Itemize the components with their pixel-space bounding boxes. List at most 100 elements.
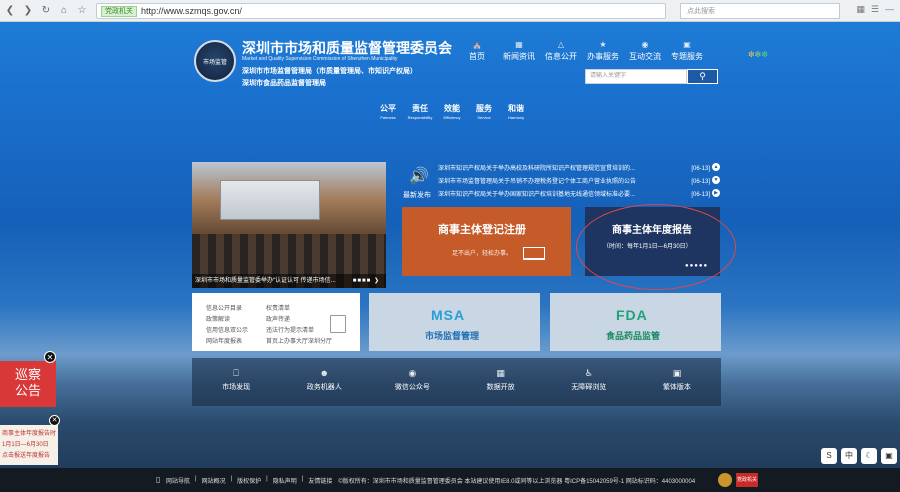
- footer-link[interactable]: 版权保护: [237, 476, 261, 485]
- document-icon: [330, 315, 346, 333]
- browser-toolbar: ❮ ❯ ↻ ⌂ ☆ 党政机关 http://www.szmqs.gov.cn/ …: [0, 0, 900, 22]
- quick-traditional[interactable]: ▣ 繁体版本: [633, 358, 721, 406]
- news-icon: ▦: [515, 40, 523, 49]
- news-title[interactable]: 深圳市市场监督管理局关于吊销不办理税务登记个体工商户营业执照的公告: [438, 176, 668, 189]
- s-icon[interactable]: S: [821, 448, 837, 464]
- link-power-list[interactable]: 权责清单: [266, 303, 290, 312]
- news-title[interactable]: 深圳市知识产权局关于举办高校及科研院所知识产权管理规范宣贯培训的...: [438, 163, 668, 176]
- value-cn: 效能: [444, 104, 460, 113]
- value-en: Efficiency: [443, 115, 461, 120]
- news-item[interactable]: 深圳市知识产权局关于举办高校及科研院所知识产权管理规范宣贯培训的... [06-1…: [438, 163, 710, 176]
- quick-robot[interactable]: ☻ 政务机器人: [280, 358, 368, 406]
- link-policy[interactable]: 政策解读: [206, 314, 230, 323]
- back-icon[interactable]: ❮: [2, 3, 18, 19]
- refresh-icon[interactable]: ↻: [38, 3, 54, 19]
- fda-abbr: FDA: [616, 307, 648, 323]
- home-icon: ⛪: [472, 40, 482, 49]
- nav-topic[interactable]: ▣ 专题服务: [666, 40, 708, 62]
- nav-news[interactable]: ▦ 新闻资讯: [498, 40, 540, 62]
- url-text[interactable]: http://www.szmqs.gov.cn/: [141, 6, 242, 16]
- site-subtitle-en: Market and Quality Supervision Commissio…: [242, 56, 398, 62]
- news-photo-carousel[interactable]: 深圳市市场和质量监管委举办“认证认可 传递市场信... ■■■■ ❯: [192, 162, 386, 288]
- forward-icon[interactable]: ❯: [20, 3, 36, 19]
- browser-search-input[interactable]: 点此搜索: [680, 3, 840, 19]
- nav-label: 互动交流: [629, 52, 661, 61]
- link-credit[interactable]: 信用信息双公示: [206, 325, 248, 334]
- link-info-catalog[interactable]: 信息公开目录: [206, 303, 242, 312]
- annual-report-float[interactable]: 商事主体年度报告时 1月1日—6月30日 点击报送年度报告: [0, 425, 58, 465]
- float-line: 商事主体年度报告时: [2, 431, 57, 437]
- footer-link[interactable]: 友情链接: [308, 476, 332, 485]
- search-icon: ⚲: [699, 71, 706, 81]
- inspection-notice-float[interactable]: 巡察 公告: [0, 361, 56, 407]
- value-en: Fairness: [380, 115, 396, 120]
- home-browser-icon[interactable]: ⌂: [56, 3, 72, 19]
- msa-card[interactable]: MSA 市场监督管理: [369, 293, 540, 351]
- link-voice[interactable]: 政声传递: [266, 314, 290, 323]
- news-date: [06-13]: [691, 192, 710, 198]
- search-button[interactable]: ⚲: [687, 69, 718, 84]
- info-icon: △: [557, 40, 565, 49]
- fda-card[interactable]: FDA 食品药品监管: [550, 293, 721, 351]
- news-item[interactable]: 深圳市市场监督管理局关于吊销不办理税务登记个体工商户营业执照的公告 [06-13]: [438, 176, 710, 189]
- footer-link[interactable]: 网站导航: [166, 476, 190, 485]
- nav-interact[interactable]: ◉ 互动交流: [624, 40, 666, 62]
- data-icon: ▦: [496, 368, 505, 378]
- chevron-down-icon[interactable]: ▼: [712, 176, 720, 184]
- laptop-icon: [523, 247, 545, 260]
- quick-wechat[interactable]: ◉ 微信公众号: [368, 358, 456, 406]
- nav-home[interactable]: ⛪ 首页: [456, 40, 498, 62]
- city-logo-icon: ✼✼✼: [732, 44, 784, 66]
- chevron-right-icon[interactable]: ▶: [712, 189, 720, 197]
- quick-accessibility[interactable]: ♿ 无障碍浏览: [545, 358, 633, 406]
- shirt-icon[interactable]: ▣: [881, 448, 897, 464]
- nav-service[interactable]: ★ 办事服务: [582, 40, 624, 62]
- news-list: 深圳市知识产权局关于举办高校及科研院所知识产权管理规范宣贯培训的... [06-1…: [438, 163, 710, 202]
- link-service-hall[interactable]: 首页上办事大厅深圳分厅: [266, 336, 332, 345]
- float-line: 点击报送年度报告: [2, 453, 51, 459]
- moon-icon[interactable]: ☾: [861, 448, 877, 464]
- footer-link[interactable]: 网站概况: [202, 476, 226, 485]
- site-search-input[interactable]: 请输入关键字: [585, 69, 687, 84]
- menu-icon[interactable]: ☰: [871, 4, 879, 15]
- nav-label: 新闻资讯: [503, 52, 535, 61]
- news-date: [06-13]: [691, 166, 710, 172]
- gov-badge[interactable]: 党政机关: [736, 473, 758, 487]
- police-badge-icon[interactable]: [718, 473, 732, 487]
- news-item[interactable]: 深圳市知识产权局关于举办国家知识产权培训基地无线通信领域标准必要... [06-1…: [438, 189, 710, 202]
- quick-market[interactable]: ⎕ 市场发现: [192, 358, 280, 406]
- wechat-icon: ◉: [408, 368, 417, 378]
- float-line: 1月1日—6月30日: [2, 442, 49, 448]
- chevron-up-icon[interactable]: ▲: [712, 163, 720, 171]
- grid-icon[interactable]: ▦: [856, 4, 865, 15]
- minimize-icon[interactable]: —: [885, 4, 894, 15]
- carousel-dots[interactable]: ■■■■ ❯: [353, 277, 380, 284]
- footer-link[interactable]: 隐私声明: [273, 476, 297, 485]
- bookmark-star-icon[interactable]: ☆: [74, 3, 90, 19]
- nav-info[interactable]: △ 信息公开: [540, 40, 582, 62]
- zhong-icon[interactable]: 中: [841, 448, 857, 464]
- news-label: 最新发布: [403, 192, 431, 199]
- close-icon[interactable]: ✕: [49, 415, 60, 426]
- close-icon[interactable]: ✕: [44, 351, 56, 363]
- value-item: 和谐 Harmony: [500, 103, 532, 120]
- link-violation[interactable]: 违法行为提示清单: [266, 325, 314, 334]
- card-subtitle: 足不出户，轻松办事。: [452, 251, 513, 257]
- card-title: 商事主体年度报告: [612, 225, 692, 236]
- card-dots[interactable]: ●●●●●: [685, 263, 708, 269]
- link-annual-report[interactable]: 网站年度报表: [206, 336, 242, 345]
- quick-label: 市场发现: [222, 384, 251, 391]
- copyright-text: ©版权所有：深圳市市场和质量监督管理委员会 本站建议使用IE8.0或同等以上浏览…: [338, 478, 696, 485]
- browser-tools: ▦ ☰ —: [856, 4, 894, 15]
- address-bar[interactable]: 党政机关 http://www.szmqs.gov.cn/: [96, 3, 666, 19]
- annual-report-card[interactable]: 商事主体年度报告 （时间：每年1月1日—6月30日） ●●●●●: [585, 207, 720, 276]
- msa-abbr: MSA: [431, 307, 466, 323]
- news-title[interactable]: 深圳市知识产权局关于举办国家知识产权培训基地无线通信领域标准必要...: [438, 189, 668, 202]
- business-registration-card[interactable]: 商事主体登记注册 足不出户，轻松办事。: [402, 207, 571, 276]
- speaker-icon: 🔊: [409, 168, 429, 185]
- quick-data[interactable]: ▦ 数据开放: [457, 358, 545, 406]
- value-item: 效能 Efficiency: [436, 103, 468, 120]
- site-subtitle-3: 深圳市食品药品监督管理局: [242, 80, 326, 87]
- value-cn: 服务: [476, 104, 492, 113]
- value-item: 公平 Fairness: [372, 103, 404, 120]
